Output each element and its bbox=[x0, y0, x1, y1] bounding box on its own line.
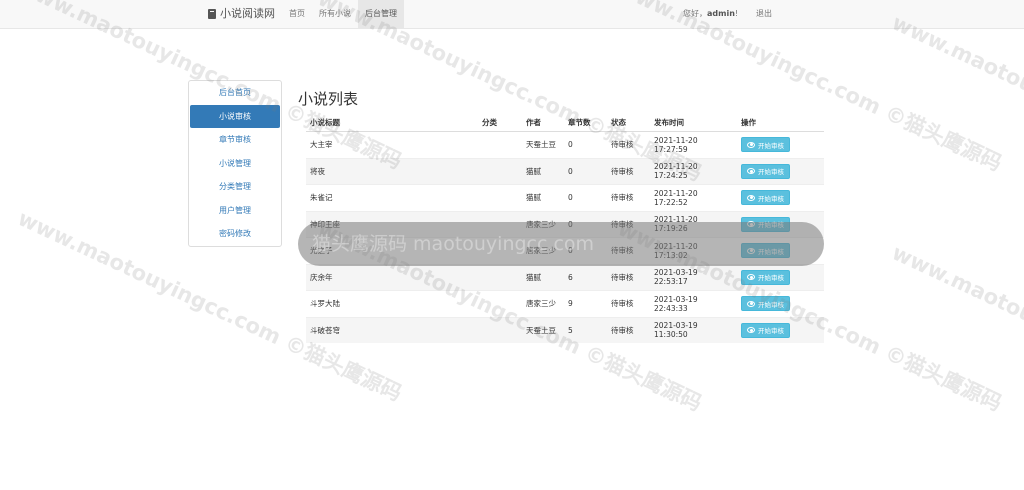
novel-chapters: 0 bbox=[564, 157, 607, 185]
novel-action: 开始审核 bbox=[737, 316, 824, 343]
novel-category bbox=[478, 157, 522, 185]
table-row: 斗罗大陆 唐家三少 9 待审核 2021-03-19 22:43:33 开始审核 bbox=[306, 290, 824, 317]
novel-author: 天蚕土豆 bbox=[522, 316, 564, 343]
eye-icon bbox=[747, 194, 755, 201]
nav-links: 首页 所有小说 后台管理 bbox=[282, 0, 404, 28]
sidebar-item-category-manage[interactable]: 分类管理 bbox=[189, 175, 281, 199]
novel-time: 2021-03-19 22:43:33 bbox=[650, 290, 737, 317]
brand-name: 小说阅读网 bbox=[220, 7, 275, 20]
admin-sidebar: 后台首页 小说审核 章节审核 小说管理 分类管理 用户管理 密码修改 bbox=[188, 80, 282, 247]
start-review-button[interactable]: 开始审核 bbox=[741, 190, 790, 206]
sidebar-item-chapter-review[interactable]: 章节审核 bbox=[189, 128, 281, 152]
novel-status: 待审核 bbox=[607, 184, 650, 211]
nav-all-novels[interactable]: 所有小说 bbox=[312, 0, 358, 28]
novel-chapters: 0 bbox=[564, 131, 607, 158]
col-title: 小说标题 bbox=[306, 114, 478, 132]
col-time: 发布时间 bbox=[650, 114, 737, 132]
novel-author: 猫腻 bbox=[522, 184, 564, 211]
sidebar-item-password[interactable]: 密码修改 bbox=[189, 222, 281, 246]
start-review-button[interactable]: 开始审核 bbox=[741, 137, 790, 153]
sidebar-item-dashboard[interactable]: 后台首页 bbox=[189, 81, 281, 105]
username: admin bbox=[707, 9, 735, 18]
start-review-button[interactable]: 开始审核 bbox=[741, 163, 790, 179]
col-author: 作者 bbox=[522, 114, 564, 132]
sidebar-item-user-manage[interactable]: 用户管理 bbox=[189, 199, 281, 223]
table-row: 将夜 猫腻 0 待审核 2021-11-20 17:24:25 开始审核 bbox=[306, 157, 824, 185]
brand[interactable]: 小说阅读网 bbox=[208, 0, 275, 28]
table-header-row: 小说标题 分类 作者 章节数 状态 发布时间 操作 bbox=[306, 114, 824, 132]
novel-status: 待审核 bbox=[607, 157, 650, 185]
novel-chapters: 0 bbox=[564, 184, 607, 211]
novel-status: 待审核 bbox=[607, 263, 650, 291]
col-action: 操作 bbox=[737, 114, 824, 132]
sidebar-item-novel-review[interactable]: 小说审核 bbox=[190, 104, 280, 128]
start-review-button[interactable]: 开始审核 bbox=[741, 269, 790, 285]
novel-chapters: 6 bbox=[564, 263, 607, 291]
novel-category bbox=[478, 290, 522, 317]
table-row: 大主宰 天蚕土豆 0 待审核 2021-11-20 17:27:59 开始审核 bbox=[306, 131, 824, 158]
novel-time: 2021-03-19 22:53:17 bbox=[650, 263, 737, 291]
novel-status: 待审核 bbox=[607, 290, 650, 317]
nav-admin[interactable]: 后台管理 bbox=[358, 0, 404, 28]
start-review-label: 开始审核 bbox=[758, 300, 784, 309]
eye-icon bbox=[747, 141, 755, 148]
table-row: 朱雀记 猫腻 0 待审核 2021-11-20 17:22:52 开始审核 bbox=[306, 184, 824, 211]
novel-action: 开始审核 bbox=[737, 157, 824, 185]
novel-author: 唐家三少 bbox=[522, 290, 564, 317]
start-review-label: 开始审核 bbox=[758, 141, 784, 150]
novel-time: 2021-11-20 17:22:52 bbox=[650, 184, 737, 211]
eye-icon bbox=[747, 274, 755, 281]
table-row: 斗破苍穹 天蚕土豆 5 待审核 2021-03-19 11:30:50 开始审核 bbox=[306, 316, 824, 343]
col-category: 分类 bbox=[478, 114, 522, 132]
start-review-button[interactable]: 开始审核 bbox=[741, 296, 790, 312]
nav-home[interactable]: 首页 bbox=[282, 0, 312, 28]
greeting-prefix: 您好， bbox=[683, 9, 707, 18]
greeting-suffix: ! bbox=[734, 9, 739, 18]
sidebar-item-novel-manage[interactable]: 小说管理 bbox=[189, 152, 281, 176]
novel-title: 大主宰 bbox=[306, 131, 478, 158]
novel-author: 猫腻 bbox=[522, 157, 564, 185]
start-review-label: 开始审核 bbox=[758, 168, 784, 177]
logout-link[interactable]: 退出 bbox=[756, 0, 772, 28]
col-status: 状态 bbox=[607, 114, 650, 132]
novel-author: 天蚕土豆 bbox=[522, 131, 564, 158]
novel-status: 待审核 bbox=[607, 316, 650, 343]
novel-time: 2021-11-20 17:27:59 bbox=[650, 131, 737, 158]
start-review-label: 开始审核 bbox=[758, 327, 784, 336]
novel-title: 斗罗大陆 bbox=[306, 290, 478, 317]
novel-title: 朱雀记 bbox=[306, 184, 478, 211]
novel-category bbox=[478, 131, 522, 158]
novel-chapters: 5 bbox=[564, 316, 607, 343]
watermark-overlay-bar: 猫头鹰源码 maotouyingcc.com bbox=[298, 222, 824, 266]
novel-action: 开始审核 bbox=[737, 131, 824, 158]
user-greeting: 您好，admin! bbox=[683, 0, 738, 28]
watermark: www.maotouyingcc.com bbox=[888, 240, 1024, 384]
novel-category bbox=[478, 184, 522, 211]
page-title: 小说列表 bbox=[298, 90, 359, 108]
novel-chapters: 9 bbox=[564, 290, 607, 317]
top-navbar: 小说阅读网 首页 所有小说 后台管理 您好，admin! 退出 bbox=[0, 0, 1024, 29]
start-review-button[interactable]: 开始审核 bbox=[741, 322, 790, 338]
novel-category bbox=[478, 263, 522, 291]
start-review-label: 开始审核 bbox=[758, 274, 784, 283]
book-icon bbox=[208, 9, 216, 19]
novel-time: 2021-03-19 11:30:50 bbox=[650, 316, 737, 343]
novel-title: 将夜 bbox=[306, 157, 478, 185]
novel-time: 2021-11-20 17:24:25 bbox=[650, 157, 737, 185]
novel-action: 开始审核 bbox=[737, 184, 824, 211]
novel-action: 开始审核 bbox=[737, 263, 824, 291]
start-review-label: 开始审核 bbox=[758, 194, 784, 203]
novel-category bbox=[478, 316, 522, 343]
table-row: 庆余年 猫腻 6 待审核 2021-03-19 22:53:17 开始审核 bbox=[306, 263, 824, 291]
col-chapters: 章节数 bbox=[564, 114, 607, 132]
eye-icon bbox=[747, 168, 755, 175]
eye-icon bbox=[747, 300, 755, 307]
novel-action: 开始审核 bbox=[737, 290, 824, 317]
novel-title: 斗破苍穹 bbox=[306, 316, 478, 343]
eye-icon bbox=[747, 327, 755, 334]
novel-status: 待审核 bbox=[607, 131, 650, 158]
watermark: www.maotouyingcc.com bbox=[888, 10, 1024, 154]
novel-author: 猫腻 bbox=[522, 263, 564, 291]
novel-title: 庆余年 bbox=[306, 263, 478, 291]
